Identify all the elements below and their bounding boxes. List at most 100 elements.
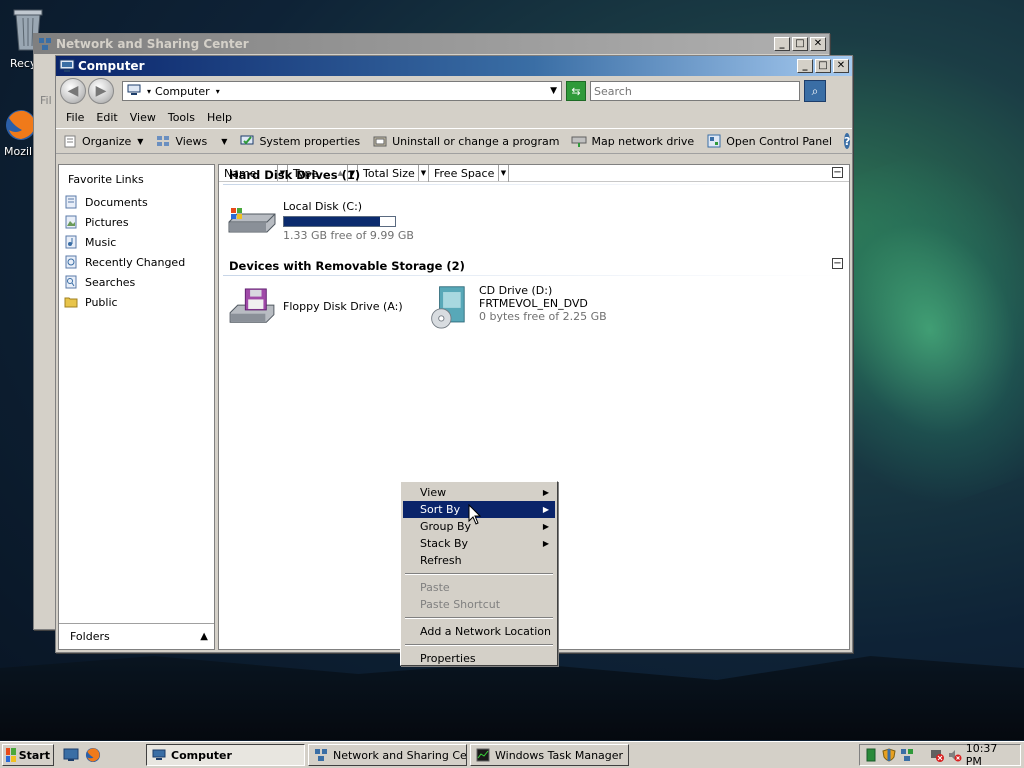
clock[interactable]: 10:37 PM [966,742,1016,768]
taskbar-button-computer[interactable]: Computer [146,744,305,766]
ctx-item-label: Paste [420,581,450,594]
menu-edit[interactable]: Edit [90,109,123,126]
group-hard-disk-drives[interactable]: Hard Disk Drives (1) [229,168,360,182]
menu-tools[interactable]: Tools [162,109,201,126]
menu-file[interactable]: File [60,109,90,126]
start-button[interactable]: Start [2,744,54,766]
taskbar: Start Computer Network and Sharing Ce...… [0,741,1024,768]
menu-view[interactable]: View [124,109,162,126]
close-button[interactable]: ✕ [810,37,826,51]
nav-item-pictures[interactable]: Pictures [59,212,214,232]
forward-button[interactable]: ▶ [88,78,114,104]
search-button[interactable]: ⌕ [804,80,826,102]
task-label: Computer [171,748,232,762]
network-drive-icon [571,133,587,149]
music-icon [63,234,79,250]
magnifier-icon: ⌕ [811,83,819,98]
documents-icon [63,194,79,210]
nav-item-label: Recently Changed [85,255,186,269]
nav-item-music[interactable]: Music [59,232,214,252]
back-button[interactable]: ◀ [60,78,86,104]
address-history-dropdown-icon[interactable]: ▼ [550,86,557,96]
minimize-button[interactable]: _ [797,59,813,73]
maximize-button[interactable]: □ [815,59,831,73]
column-free-space[interactable]: Free Space ▼ [429,164,509,182]
ctx-item-label: Add a Network Location [420,625,551,638]
task-manager-icon [476,748,490,762]
ctx-item-label: Sort By [420,503,461,516]
network-window-titlebar[interactable]: Network and Sharing Center _ □ ✕ [34,34,829,54]
computer-window-titlebar[interactable]: Computer _ □ ✕ [56,56,852,76]
nav-item-label: Music [85,235,117,249]
folders-label: Folders [70,630,110,643]
nav-item-documents[interactable]: Documents [59,192,214,212]
help-icon[interactable]: ? [844,133,851,149]
security-shield-icon[interactable] [882,748,896,762]
task-label: Network and Sharing Ce... [333,748,467,762]
maximize-button[interactable]: □ [792,37,808,51]
firefox-quicklaunch-icon[interactable] [84,746,102,764]
network-window-menu-file[interactable]: Fil [40,94,52,107]
drive-name: Floppy Disk Drive (A:) [283,300,403,313]
nav-item-searches[interactable]: Searches [59,272,214,292]
menu-help[interactable]: Help [201,109,238,126]
network-tray-icon[interactable] [900,748,914,762]
windows-logo-icon [6,748,16,762]
open-control-panel-button[interactable]: Open Control Panel [706,133,832,149]
public-folder-icon [63,294,79,310]
cd-drive-icon [431,286,465,329]
nav-item-recently-changed[interactable]: Recently Changed [59,252,214,272]
column-total-size[interactable]: Total Size ▼ [358,164,429,182]
searches-icon [63,274,79,290]
network-disconnected-icon[interactable] [930,748,944,762]
chevron-down-icon[interactable]: ▼ [418,164,428,181]
computer-icon [59,58,75,74]
ctx-refresh[interactable]: Refresh [403,552,555,569]
views-button[interactable]: Views ▼ [155,133,227,149]
group-removable-storage[interactable]: Devices with Removable Storage (2) [229,259,465,273]
tray-app-icon[interactable] [864,748,878,762]
search-box[interactable] [590,81,800,101]
minimize-button[interactable]: _ [774,37,790,51]
breadcrumb-chevron-icon[interactable]: ▾ [147,87,151,96]
ctx-properties[interactable]: Properties [403,650,555,667]
chevron-down-icon[interactable]: ▼ [498,164,508,181]
map-network-drive-button[interactable]: Map network drive [571,133,694,149]
go-arrows-icon: ⇆ [571,84,581,98]
collapse-group-button[interactable]: − [832,258,843,269]
submenu-arrow-icon: ▶ [542,539,549,548]
volume-muted-icon[interactable] [948,748,962,762]
drive-cd-d[interactable]: CD Drive (D:) FRTMEVOL_EN_DVD 0 bytes fr… [429,282,607,332]
uninstall-program-button[interactable]: Uninstall or change a program [372,133,559,149]
nav-item-public[interactable]: Public [59,292,214,312]
network-window-title: Network and Sharing Center [56,37,249,51]
group-divider [223,275,845,276]
taskbar-button-task-manager[interactable]: Windows Task Manager [470,744,629,766]
drive-local-disk-c[interactable]: Local Disk (C:) 1.33 GB free of 9.99 GB [227,200,414,242]
ctx-add-network-location[interactable]: Add a Network Location [403,623,555,640]
ctx-item-label: Paste Shortcut [420,598,501,611]
address-text[interactable]: Computer [155,85,210,98]
address-bar[interactable]: ▾ Computer ▾ ▼ [122,81,562,101]
ctx-view[interactable]: View ▶ [403,484,555,501]
folders-toggle[interactable]: Folders ▲ [59,623,214,649]
column-label: Total Size [363,166,415,180]
ctx-item-label: Group By [420,520,472,533]
breadcrumb-dropdown-icon[interactable]: ▾ [216,87,220,96]
organize-button[interactable]: Organize ▼ [62,133,143,149]
views-label: Views [175,134,208,148]
drive-floppy-a[interactable]: Floppy Disk Drive (A:) [227,288,403,328]
views-icon [155,133,171,149]
search-input[interactable] [594,84,796,98]
nav-item-label: Searches [85,275,136,289]
refresh-go-button[interactable]: ⇆ [566,81,586,101]
ctx-stack-by[interactable]: Stack By ▶ [403,535,555,552]
close-button[interactable]: ✕ [833,59,849,73]
drive-volume-label: FRTMEVOL_EN_DVD [479,297,588,310]
system-properties-button[interactable]: System properties [239,133,360,149]
taskbar-button-network[interactable]: Network and Sharing Ce... [308,744,467,766]
collapse-group-button[interactable]: − [832,167,843,178]
control-panel-icon [706,133,722,149]
show-desktop-icon[interactable] [62,746,80,764]
drive-free-space: 0 bytes free of 2.25 GB [479,310,607,323]
